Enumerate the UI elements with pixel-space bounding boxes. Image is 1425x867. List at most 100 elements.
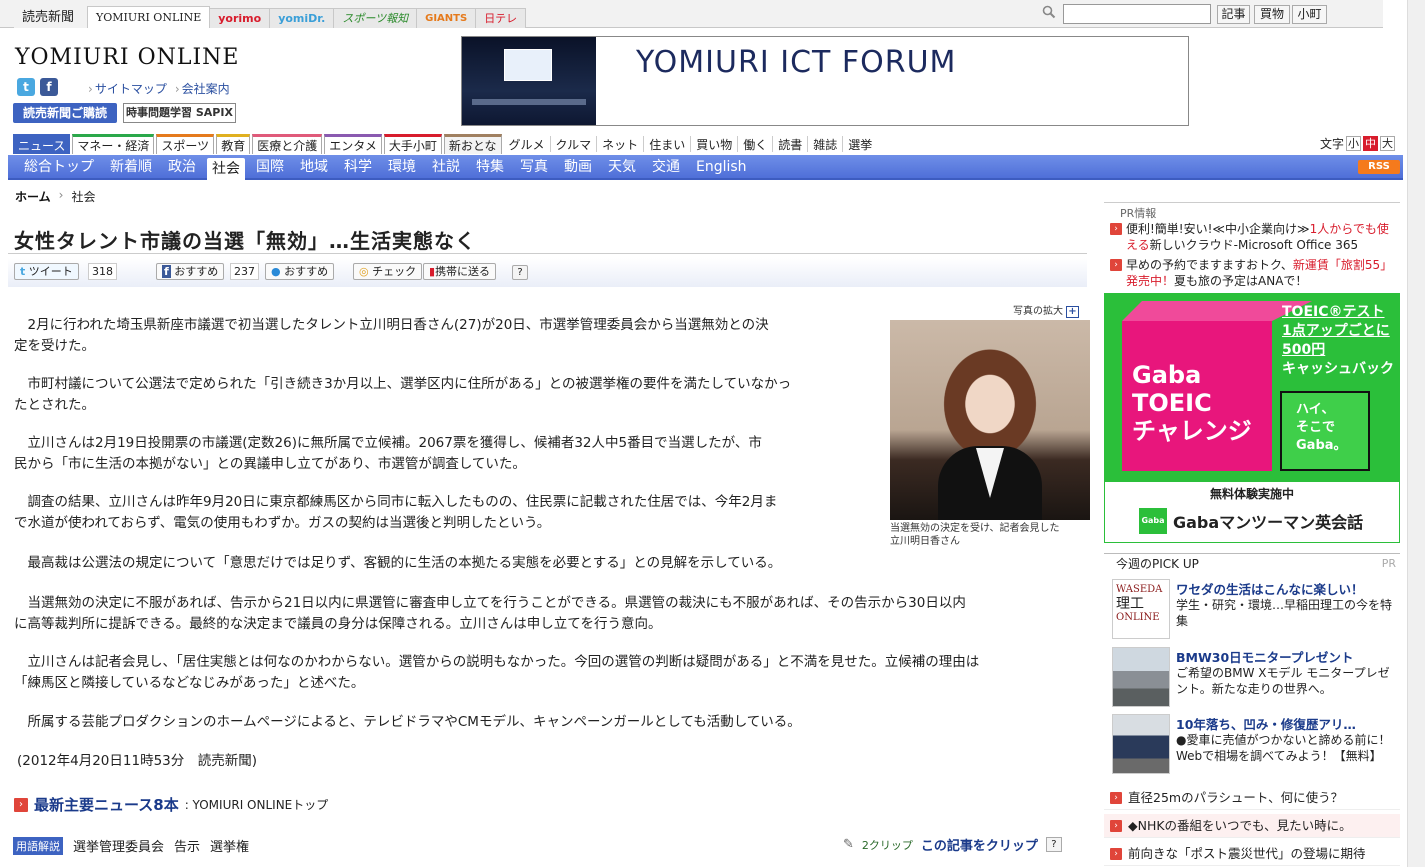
- nav-international[interactable]: 国際: [256, 158, 284, 180]
- search-komachi-button[interactable]: 小町: [1292, 5, 1327, 24]
- arrow-icon: ›: [1110, 847, 1122, 860]
- tab-komachi[interactable]: 大手小町: [383, 134, 442, 154]
- nav-latest[interactable]: 新着順: [110, 158, 152, 180]
- glossary-term[interactable]: 選挙権: [210, 836, 249, 855]
- nav-science[interactable]: 科学: [344, 158, 372, 180]
- ad-free-trial: 無料体験実施中: [1209, 487, 1294, 501]
- nav-photo[interactable]: 写真: [520, 158, 548, 180]
- glossary-term[interactable]: 告示: [174, 836, 200, 855]
- more-news-link[interactable]: › 最新主要ニュース8本 : YOMIURI ONLINEトップ: [14, 794, 328, 815]
- tweet-button[interactable]: t ツイート: [14, 263, 79, 280]
- banner-photo: [462, 37, 596, 125]
- sitemap-link[interactable]: サイトマップ: [88, 80, 167, 97]
- photo-caption: 当選無効の決定を受け、記者会見した 立川明日香さん: [890, 523, 1060, 547]
- article-photo[interactable]: [890, 320, 1090, 520]
- pr-item[interactable]: › 早めの予約でますますおトク、新運賃「旅割55」発売中！夏も旅の予定はANAで…: [1110, 257, 1398, 289]
- link-work[interactable]: 働く: [738, 136, 774, 152]
- right-link[interactable]: › 前向きな「ポスト震災世代」の登場に期待: [1104, 842, 1400, 866]
- photo-zoom-link[interactable]: 写真の拡大 +: [1013, 302, 1079, 318]
- nav-traffic[interactable]: 交通: [652, 158, 680, 180]
- right-link[interactable]: › ◆NHKの番組をいつでも、見たい時に。: [1104, 814, 1400, 838]
- plus-icon: +: [1066, 306, 1079, 318]
- send-to-mobile-button[interactable]: ▮携帯に送る: [423, 263, 497, 280]
- search-input[interactable]: [1063, 4, 1211, 24]
- pickup-item[interactable]: 10年落ち、凹み・修復歴アリ… ●愛車に売値がつかないと諦める前に！Webで相場…: [1112, 714, 1400, 774]
- tab-news[interactable]: ニュース: [13, 134, 71, 154]
- help-button[interactable]: ?: [512, 265, 528, 280]
- gaba-ad[interactable]: Gaba TOEIC チャレンジ TOEIC®テスト 1点アップごとに 500円 キャッシ…: [1104, 293, 1400, 543]
- paragraph: 立川さんは記者会見し、「居住実態とは何なのかわからない。選管からの説明もなかった…: [14, 654, 980, 691]
- clip-button[interactable]: この記事をクリップ: [921, 835, 1038, 854]
- nav-top[interactable]: 総合トップ: [24, 158, 94, 180]
- link-shopping[interactable]: 買い物: [691, 136, 739, 152]
- nav-environment[interactable]: 環境: [388, 158, 416, 180]
- nav-politics[interactable]: 政治: [168, 158, 196, 180]
- mixi-recommend-button[interactable]: ● おすすめ: [265, 263, 335, 280]
- link-gourmet[interactable]: グルメ: [504, 136, 551, 152]
- search-shopping-button[interactable]: 買物: [1254, 5, 1290, 24]
- category-tabs: ニュース マネー・経済 スポーツ 教育 医療と介護 エンタメ 大手小町 新おとな…: [13, 133, 877, 154]
- nav-video[interactable]: 動画: [564, 158, 592, 180]
- text-size-large[interactable]: 大: [1380, 136, 1396, 151]
- subscribe-button[interactable]: 読売新聞ご購読: [13, 103, 117, 123]
- nav-region[interactable]: 地域: [300, 158, 328, 180]
- tab-entame[interactable]: エンタメ: [324, 134, 382, 154]
- tab-giants[interactable]: GIANTS: [416, 8, 477, 28]
- rss-icon[interactable]: RSS: [1358, 160, 1400, 174]
- mixi-check-button[interactable]: ◎ チェック: [353, 263, 423, 280]
- gaba-logo-icon: Gaba: [1139, 508, 1167, 534]
- tab-yomidr[interactable]: yomiDr.: [269, 8, 335, 28]
- tab-education[interactable]: 教育: [216, 134, 251, 154]
- pickup-item[interactable]: BMW30日モニタープレゼント ご希望のBMW Xモデル モニタープレゼント。新…: [1112, 647, 1400, 707]
- tab-yorimo[interactable]: yorimo: [209, 8, 271, 28]
- tab-hochi[interactable]: スポーツ報知: [333, 8, 418, 28]
- nav-feature[interactable]: 特集: [476, 158, 504, 180]
- arrow-icon: ›: [1110, 819, 1122, 832]
- link-housing[interactable]: 住まい: [644, 136, 692, 152]
- tab-yomiuri-shimbun[interactable]: 読売新聞: [14, 8, 89, 28]
- text-size-label: 文字: [1320, 137, 1345, 151]
- search-articles-button[interactable]: 記事: [1217, 5, 1250, 24]
- pr-item[interactable]: › 便利!簡単!安い!≪中小企業向け≫1人からでも使える新しいクラウド-Micr…: [1110, 221, 1398, 253]
- tab-ntv[interactable]: 日テレ: [475, 8, 527, 28]
- tab-sports[interactable]: スポーツ: [156, 134, 215, 154]
- tab-yomiuri-online[interactable]: YOMIURI ONLINE: [87, 6, 211, 28]
- nav-english[interactable]: English: [696, 158, 747, 180]
- clip-count[interactable]: 2クリップ: [862, 837, 913, 853]
- twitter-icon: t: [20, 265, 26, 278]
- ad-footer: 無料体験実施中 Gaba Gabaマンツーマン英会話: [1104, 481, 1400, 543]
- pickup-item[interactable]: WASEDA 理工 ONLINE ワセダの生活はこんなに楽しい！ 学生・研究・環境……: [1112, 579, 1400, 639]
- text-size-medium[interactable]: 中: [1363, 136, 1379, 151]
- paragraph: 2月に行われた埼玉県新座市議選で初当選したタレント立川明日香さん(27)が20日…: [14, 317, 769, 354]
- right-link[interactable]: › 直径25mのパラシュート、何に使う？: [1104, 786, 1400, 810]
- facebook-icon[interactable]: f: [40, 78, 58, 96]
- breadcrumb-home[interactable]: ホーム: [15, 188, 51, 205]
- arrow-icon: ›: [1110, 223, 1122, 235]
- facebook-recommend-button[interactable]: f おすすめ: [156, 263, 225, 280]
- link-net[interactable]: ネット: [597, 136, 645, 152]
- glossary-term[interactable]: 選挙管理委員会: [73, 836, 164, 855]
- arrow-icon: ›: [14, 797, 28, 812]
- help-button[interactable]: ?: [1045, 837, 1062, 852]
- tab-medical[interactable]: 医療と介護: [252, 134, 323, 154]
- nav-editorial[interactable]: 社説: [432, 158, 460, 180]
- nav-weather[interactable]: 天気: [608, 158, 636, 180]
- sapix-button[interactable]: 時事問題学習 SAPIX: [123, 103, 236, 123]
- banner-ad[interactable]: YOMIURI ICT FORUM: [461, 36, 1189, 126]
- company-link[interactable]: 会社案内: [175, 80, 230, 97]
- tab-otona[interactable]: 新おとな: [443, 134, 502, 154]
- pr-box: PR情報 › 便利!簡単!安い!≪中小企業向け≫1人からでも使える新しいクラウド…: [1104, 202, 1400, 290]
- link-books[interactable]: 読書: [773, 136, 809, 152]
- paragraph: 最高裁は公選法の規定について「意思だけでは足りず、客観的に生活の本拠たる実態を必…: [14, 555, 782, 571]
- header-links: サイトマップ 会社案内: [88, 80, 230, 97]
- vertical-scrollbar[interactable]: [1407, 0, 1425, 867]
- link-car[interactable]: クルマ: [551, 136, 598, 152]
- paragraph: 市町村議について公選法で定められた「引き続き3か月以上、選挙区内に住所がある」と…: [14, 376, 792, 413]
- link-election[interactable]: 選挙: [843, 136, 877, 152]
- site-logo[interactable]: YOMIURI ONLINE: [15, 45, 239, 70]
- tab-money[interactable]: マネー・経済: [72, 134, 155, 154]
- text-size-small[interactable]: 小: [1346, 136, 1362, 151]
- nav-society[interactable]: 社会: [207, 158, 245, 180]
- twitter-icon[interactable]: t: [17, 78, 35, 96]
- link-magazine[interactable]: 雑誌: [808, 136, 844, 152]
